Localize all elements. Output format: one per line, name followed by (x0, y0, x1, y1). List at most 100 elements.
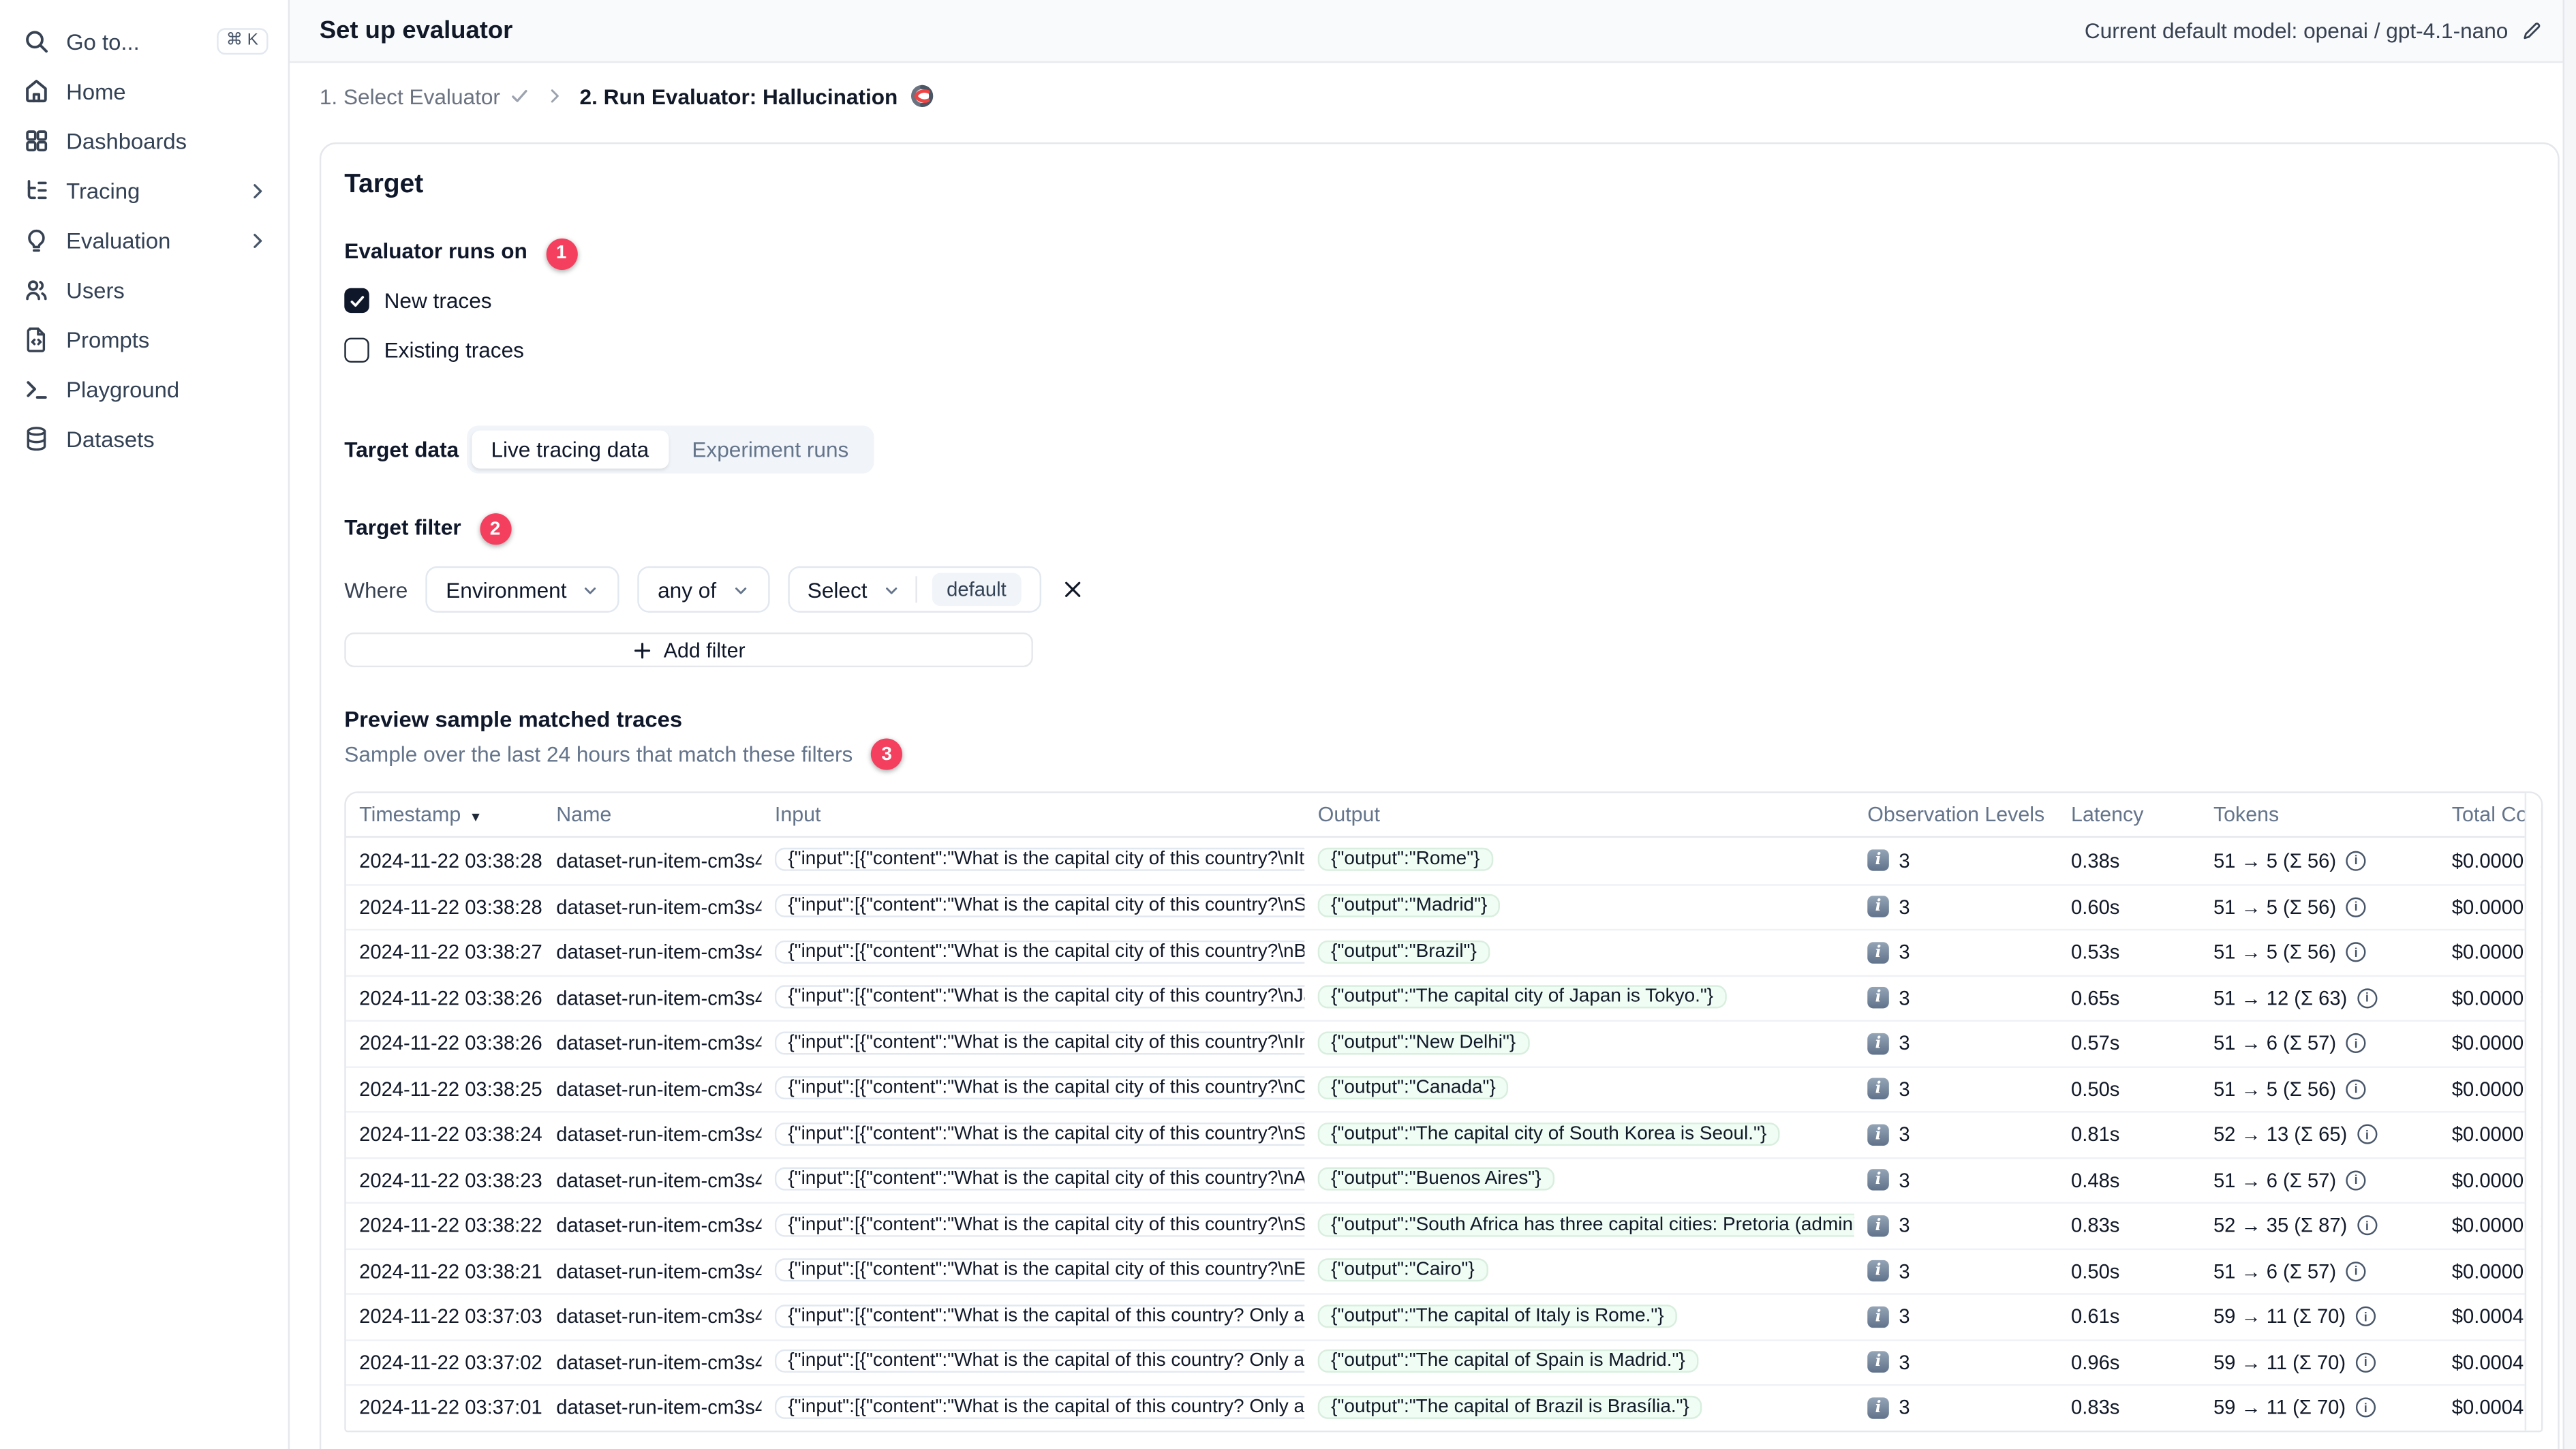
tab-live-tracing-data[interactable]: Live tracing data (471, 429, 669, 468)
page-vertical-scrollbar[interactable] (2562, 0, 2576, 1449)
option-new-traces: New traces (344, 282, 2538, 318)
table-row[interactable]: 2024-11-22 03:37:02 dataset-run-item-cm3… (346, 1339, 2541, 1384)
input-chip[interactable]: {"input":[{"content":"What is the capita… (774, 1395, 1305, 1419)
sidebar-item-home[interactable]: Home (0, 66, 288, 116)
cell-name: dataset-run-item-cm3s4 (556, 1077, 762, 1101)
info-icon[interactable]: i (2346, 851, 2366, 871)
input-chip[interactable]: {"input":[{"content":"What is the capita… (774, 1349, 1305, 1373)
table-vertical-scrollbar[interactable] (2524, 793, 2541, 1430)
column-header-tokens: Tokens (2213, 803, 2280, 827)
sidebar: Go to... ⌘ K Home Dashboards Tracing Eva… (0, 0, 290, 1449)
table-row[interactable]: 2024-11-22 03:38:28 dataset-run-item-cm3… (346, 883, 2541, 929)
edit-pencil-icon[interactable] (2521, 20, 2543, 42)
shortcut-badge: ⌘ K (216, 28, 269, 55)
cell-timestamp: 2024-11-22 03:38:26 (359, 986, 542, 1010)
table-row[interactable]: 2024-11-22 03:38:28 dataset-run-item-cm3… (346, 838, 2541, 884)
table-header-row: Timestamp ▼ Name Input Output Observation… (346, 793, 2541, 838)
sidebar-item-users[interactable]: Users (0, 265, 288, 315)
new-traces-checkbox[interactable] (344, 288, 369, 314)
step-badge-2: 2 (479, 513, 511, 545)
output-chip[interactable]: {"output":"The capital of Brazil is Bras… (1317, 1395, 1703, 1419)
table-row[interactable]: 2024-11-22 03:37:03 dataset-run-item-cm3… (346, 1293, 2541, 1339)
plus-icon (632, 640, 652, 660)
input-chip[interactable]: {"input":[{"content":"What is the capita… (774, 1122, 1305, 1146)
observation-level-icon: i (1867, 1123, 1889, 1146)
sidebar-item-evaluation[interactable]: Evaluation (0, 215, 288, 265)
input-chip[interactable]: {"input":[{"content":"What is the capita… (774, 894, 1305, 918)
output-chip[interactable]: {"output":"Cairo"} (1317, 1258, 1488, 1282)
input-chip[interactable]: {"input":[{"content":"What is the capita… (774, 940, 1305, 964)
dashboards-grid-icon (23, 127, 50, 154)
observation-level-icon: i (1867, 1033, 1889, 1054)
output-chip[interactable]: {"output":"Buenos Aires"} (1317, 1168, 1554, 1191)
table-row[interactable]: 2024-11-22 03:38:26 dataset-run-item-cm3… (346, 974, 2541, 1020)
info-icon[interactable]: i (2357, 1215, 2377, 1236)
info-icon[interactable]: i (2346, 897, 2366, 917)
home-icon (23, 78, 50, 104)
info-icon[interactable]: i (2355, 1307, 2376, 1327)
remove-filter-button[interactable] (1061, 578, 1084, 601)
target-filter-label: Target filter (344, 514, 461, 539)
breadcrumb-step1[interactable]: 1. Select Evaluator (320, 84, 530, 108)
info-icon[interactable]: i (2346, 1079, 2366, 1099)
info-icon[interactable]: i (2346, 942, 2366, 963)
cell-timestamp: 2024-11-22 03:37:01 (359, 1396, 542, 1420)
column-header-timestamp[interactable]: Timestamp ▼ (346, 803, 543, 826)
sidebar-item-playground[interactable]: Playground (0, 364, 288, 414)
sidebar-item-label: Evaluation (66, 228, 171, 253)
output-chip[interactable]: {"output":"The capital city of South Kor… (1317, 1122, 1780, 1146)
cell-timestamp: 2024-11-22 03:38:22 (359, 1214, 542, 1238)
table-row[interactable]: 2024-11-22 03:38:21 dataset-run-item-cm3… (346, 1247, 2541, 1294)
sidebar-goto-search[interactable]: Go to... ⌘ K (0, 16, 288, 66)
table-row[interactable]: 2024-11-22 03:38:24 dataset-run-item-cm3… (346, 1111, 2541, 1157)
output-chip[interactable]: {"output":"The capital of Italy is Rome.… (1317, 1304, 1678, 1328)
add-filter-button[interactable]: Add filter (344, 632, 1033, 668)
sidebar-item-label: Users (66, 277, 125, 303)
info-icon[interactable]: i (2357, 988, 2377, 1008)
cell-timestamp: 2024-11-22 03:37:02 (359, 1350, 542, 1374)
input-chip[interactable]: {"input":[{"content":"What is the capita… (774, 1168, 1305, 1191)
tab-experiment-runs[interactable]: Experiment runs (672, 429, 868, 468)
sidebar-item-prompts[interactable]: Prompts (0, 315, 288, 365)
filter-operator-select[interactable]: any of (637, 566, 769, 613)
input-chip[interactable]: {"input":[{"content":"What is the capita… (774, 1213, 1305, 1237)
input-chip[interactable]: {"input":[{"content":"What is the capita… (774, 986, 1305, 1009)
obs-count: 3 (1899, 1168, 1910, 1192)
table-row[interactable]: 2024-11-22 03:38:23 dataset-run-item-cm3… (346, 1156, 2541, 1202)
info-icon[interactable]: i (2355, 1352, 2376, 1373)
input-chip[interactable]: {"input":[{"content":"What is the capita… (774, 1304, 1305, 1328)
input-chip[interactable]: {"input":[{"content":"What is the capita… (774, 1258, 1305, 1282)
output-chip[interactable]: {"output":"Rome"} (1317, 848, 1493, 872)
output-chip[interactable]: {"output":"The capital city of Japan is … (1317, 986, 1727, 1009)
table-row[interactable]: 2024-11-22 03:38:26 dataset-run-item-cm3… (346, 1020, 2541, 1066)
sidebar-item-tracing[interactable]: Tracing (0, 166, 288, 215)
cell-name: dataset-run-item-cm3s4 (556, 895, 762, 919)
obs-count: 3 (1899, 1305, 1910, 1328)
info-icon[interactable]: i (2346, 1033, 2366, 1054)
output-chip[interactable]: {"output":"Canada"} (1317, 1076, 1509, 1100)
output-chip[interactable]: {"output":"Madrid"} (1317, 894, 1501, 918)
table-row[interactable]: 2024-11-22 03:37:01 dataset-run-item-cm3… (346, 1384, 2541, 1430)
table-row[interactable]: 2024-11-22 03:38:25 dataset-run-item-cm3… (346, 1065, 2541, 1112)
filter-value-select[interactable]: Select default (787, 566, 1041, 613)
table-row[interactable]: 2024-11-22 03:38:27 dataset-run-item-cm3… (346, 928, 2541, 975)
info-icon[interactable]: i (2346, 1261, 2366, 1281)
info-icon[interactable]: i (2357, 1125, 2377, 1145)
output-chip[interactable]: {"output":"New Delhi"} (1317, 1031, 1529, 1054)
sidebar-item-label: Tracing (66, 178, 140, 203)
sidebar-item-label: Home (66, 78, 126, 104)
output-chip[interactable]: {"output":"South Africa has three capita… (1317, 1213, 1854, 1237)
table-row[interactable]: 2024-11-22 03:38:22 dataset-run-item-cm3… (346, 1202, 2541, 1248)
filter-column-select[interactable]: Environment (426, 566, 620, 613)
sidebar-item-datasets[interactable]: Datasets (0, 414, 288, 463)
sidebar-item-dashboards[interactable]: Dashboards (0, 116, 288, 166)
input-chip[interactable]: {"input":[{"content":"What is the capita… (774, 1076, 1305, 1100)
input-chip[interactable]: {"input":[{"content":"What is the capita… (774, 1031, 1305, 1054)
existing-traces-checkbox[interactable] (344, 337, 369, 363)
info-icon[interactable]: i (2346, 1170, 2366, 1191)
output-chip[interactable]: {"output":"Brazil"} (1317, 940, 1490, 964)
info-icon[interactable]: i (2355, 1397, 2376, 1418)
input-chip[interactable]: {"input":[{"content":"What is the capita… (774, 848, 1305, 872)
option-existing-traces: Existing traces (344, 332, 2538, 368)
output-chip[interactable]: {"output":"The capital of Spain is Madri… (1317, 1349, 1699, 1373)
